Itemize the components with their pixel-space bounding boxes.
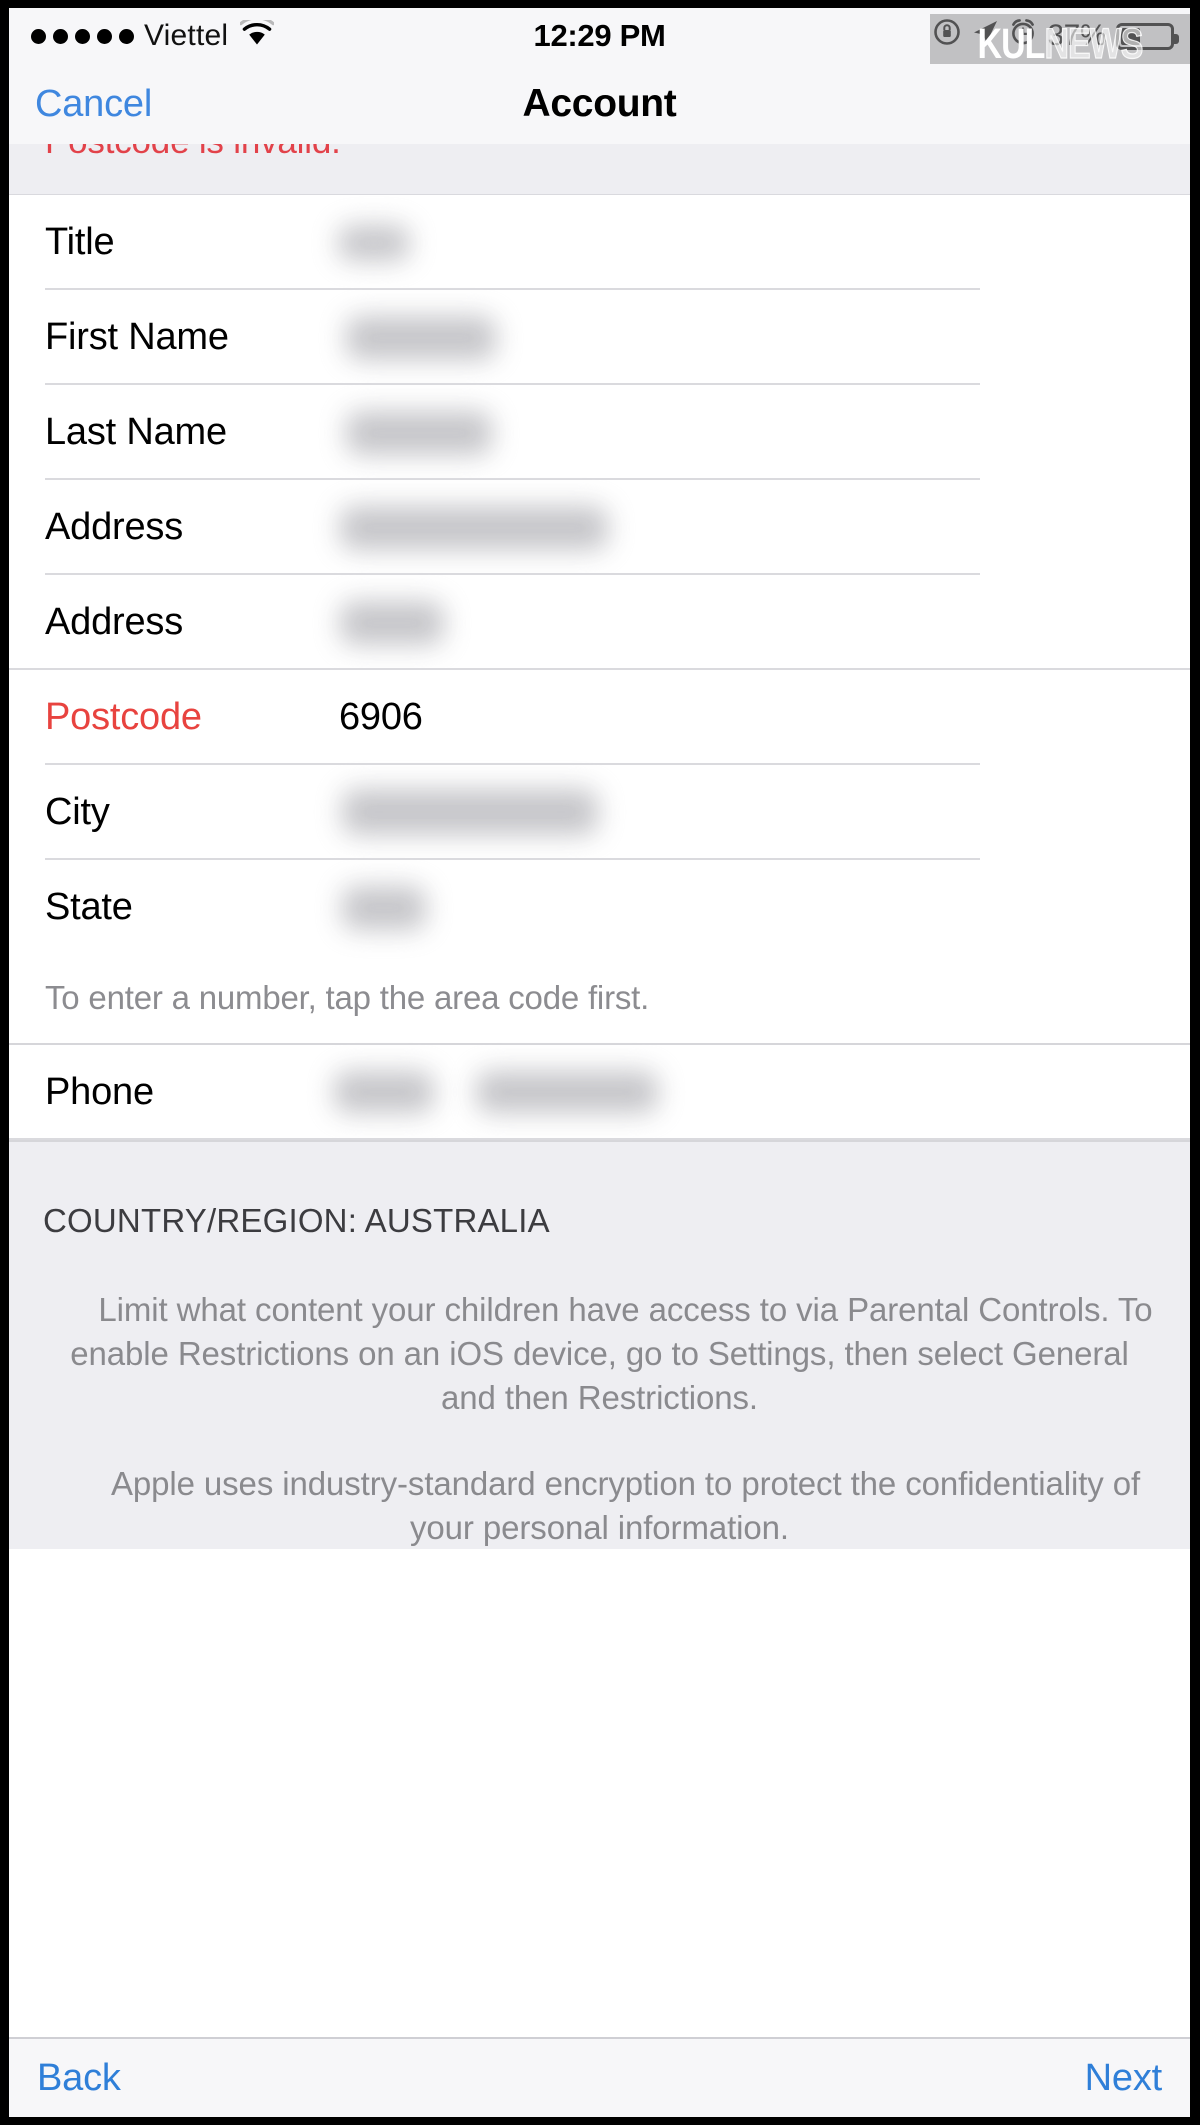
phone-screen: Viettel 12:29 PM 37% KULNEWS Cancel Acco… [9, 8, 1190, 2117]
page-title: Account [522, 82, 677, 125]
form-row-value: 6906 [339, 696, 423, 738]
redacted-value [324, 480, 1190, 575]
country-region-label: COUNTRY/REGION: AUSTRALIA [43, 1202, 550, 1239]
form-row-label: First Name [45, 316, 229, 358]
phone-hint-text: To enter a number, tap the area code fir… [9, 955, 1190, 1045]
parental-controls-paragraph: Limit what content your children have ac… [70, 1291, 1153, 1416]
device-frame: Viettel 12:29 PM 37% KULNEWS Cancel Acco… [0, 0, 1200, 2125]
form-row-label: Title [45, 221, 115, 263]
form-row-label: Postcode [45, 696, 202, 738]
validation-error-banner: Postcode is invalid. [9, 144, 1190, 195]
redacted-value [324, 575, 1190, 670]
scroll-content[interactable]: Postcode is invalid. Title First Name Last… [9, 144, 1190, 2037]
form-row-label: Phone [45, 1071, 154, 1113]
status-bar-left: Viettel [31, 16, 276, 54]
account-form-list: Title First Name Last Name Address Address Po… [9, 195, 1190, 955]
form-row-label: Last Name [45, 411, 227, 453]
wifi-icon [239, 16, 276, 54]
signal-strength-dots-icon [31, 28, 134, 44]
form-row-title[interactable]: Title [9, 195, 1190, 290]
redacted-value [324, 860, 1190, 955]
carrier-name: Viettel [144, 19, 229, 52]
form-row-address[interactable]: Address [9, 575, 1190, 670]
form-row-label: State [45, 886, 133, 928]
form-row-state[interactable]: State [9, 860, 1190, 955]
form-row-phone[interactable]: Phone [9, 1045, 1190, 1140]
validation-error-text: Postcode is invalid. [45, 144, 341, 162]
country-info-section: COUNTRY/REGION: AUSTRALIA Limit what con… [9, 1140, 1190, 1550]
encryption-paragraph: Apple uses industry-standard encryption … [110, 1464, 1141, 1546]
form-row-address[interactable]: Address [9, 480, 1190, 575]
status-bar-right: 37% [933, 18, 1179, 54]
battery-percentage: 37% [1047, 19, 1106, 52]
form-row-postcode[interactable]: Postcode 6906 [9, 670, 1190, 765]
cancel-button[interactable]: Cancel [35, 83, 152, 126]
form-row-label: City [45, 791, 110, 833]
redacted-value-phone [324, 1045, 1190, 1140]
battery-icon [1116, 22, 1179, 50]
alarm-clock-icon [1009, 18, 1037, 54]
redacted-value [324, 290, 1190, 385]
location-arrow-icon [971, 18, 999, 54]
bottom-toolbar: Back Next [9, 2037, 1190, 2117]
form-row-city[interactable]: City [9, 765, 1190, 860]
redacted-value [324, 765, 1190, 860]
row-separator [9, 1138, 1190, 1140]
rotation-lock-icon [933, 18, 961, 54]
redacted-value [324, 195, 1190, 290]
status-bar: Viettel 12:29 PM 37% KULNEWS [9, 8, 1190, 66]
form-row-last-name[interactable]: Last Name [9, 385, 1190, 480]
navigation-bar: Cancel Account [9, 64, 1190, 144]
redacted-value [324, 385, 1190, 480]
form-row-label: Address [45, 506, 184, 548]
next-button[interactable]: Next [1085, 2057, 1163, 2100]
form-row-first-name[interactable]: First Name [9, 290, 1190, 385]
form-row-label: Address [45, 601, 184, 643]
back-button[interactable]: Back [37, 2057, 121, 2100]
